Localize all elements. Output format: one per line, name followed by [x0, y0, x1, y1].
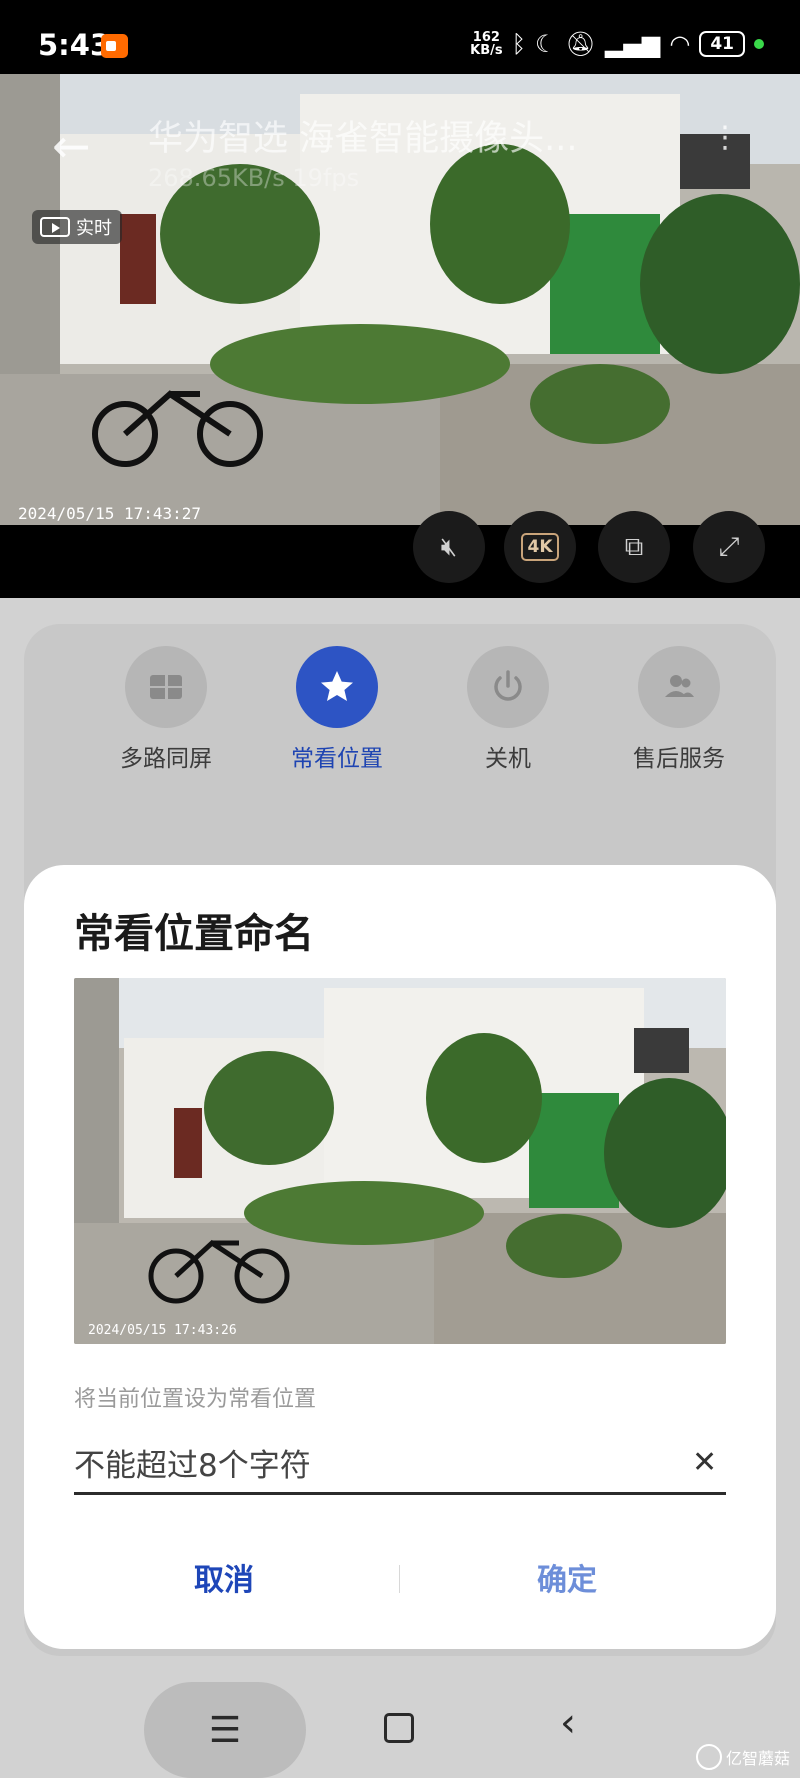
watermark-logo-icon: [695, 1744, 722, 1770]
video-timestamp: 2024/05/15 17:43:27: [18, 504, 202, 523]
position-preview-image: 2024/05/15 17:43:26: [74, 978, 726, 1344]
clear-icon[interactable]: ✕: [692, 1445, 717, 1480]
position-name-input[interactable]: [74, 1439, 726, 1495]
preview-timestamp: 2024/05/15 17:43:26: [88, 1323, 237, 1338]
star-icon: [296, 646, 378, 728]
battery-icon: 41: [699, 31, 745, 57]
people-icon: [638, 646, 720, 728]
bluetooth-icon: ᛒ: [511, 30, 527, 58]
status-icons: 162 KB/s ᛒ ☾ 🔕︎ ▂▄▆ ◠ 41: [470, 30, 764, 58]
network-speed: 162 KB/s: [470, 30, 503, 58]
back-button[interactable]: ‹: [560, 1700, 576, 1746]
split-screen-icon: [125, 646, 207, 728]
cancel-button[interactable]: 取消: [74, 1555, 374, 1599]
picture-in-picture-icon: ⧉: [624, 531, 644, 562]
status-time: 5:43: [38, 28, 111, 62]
button-divider: [399, 1565, 400, 1593]
dialog-title: 常看位置命名: [74, 911, 314, 957]
expand-icon: ⤢: [718, 531, 740, 562]
back-arrow-icon[interactable]: ←: [52, 123, 91, 169]
name-position-dialog: 常看位置命名 2024/05/15 17:43:26 将当前位置设为常看位置 ✕…: [24, 865, 776, 1649]
status-bar: 5:43 162 KB/s ᛒ ☾ 🔕︎ ▂▄▆ ◠ 41: [0, 0, 800, 74]
action-power-off[interactable]: 关机: [433, 646, 583, 773]
video-stats: 268.65KB/s 19fps: [148, 164, 360, 192]
watermark: 亿智蘑菇: [695, 1744, 790, 1770]
fullscreen-button[interactable]: ⤢: [693, 511, 765, 583]
navigation-bar: ☰ ‹: [0, 1680, 800, 1778]
wifi-icon: ◠: [669, 30, 691, 58]
action-row: 多路同屏 常看位置 关机 售后服务: [24, 646, 776, 776]
power-icon: [467, 646, 549, 728]
picture-in-picture-button[interactable]: ⧉: [598, 511, 670, 583]
dialog-subtitle: 将当前位置设为常看位置: [74, 1387, 317, 1412]
menu-button[interactable]: ☰: [144, 1682, 306, 1778]
live-badge: 实时: [32, 210, 122, 244]
home-button[interactable]: [384, 1713, 414, 1743]
quality-button[interactable]: 4K: [504, 511, 576, 583]
video-camera-icon: [40, 217, 70, 237]
mute-button[interactable]: 🔇︎: [413, 511, 485, 583]
speaker-muted-icon: 🔇︎: [440, 531, 458, 562]
video-player: ← 华为智选 海雀智能摄像头... 268.65KB/s 19fps ⋮ 实时 …: [0, 74, 800, 598]
action-multi-screen[interactable]: 多路同屏: [91, 646, 241, 773]
action-favorite-position[interactable]: 常看位置: [262, 646, 412, 773]
do-not-disturb-icon: ☾: [535, 30, 557, 58]
signal-icon: ▂▄▆: [605, 30, 661, 58]
action-after-sales[interactable]: 售后服务: [604, 646, 754, 773]
mute-icon: 🔕︎: [565, 30, 596, 58]
menu-icon: ☰: [208, 1709, 242, 1751]
screen-record-icon: [101, 34, 128, 58]
quality-4k-label: 4K: [521, 533, 559, 561]
live-label: 实时: [76, 218, 112, 239]
more-icon[interactable]: ⋮: [710, 120, 744, 155]
video-title: 华为智选 海雀智能摄像头...: [148, 119, 578, 159]
confirm-button[interactable]: 确定: [417, 1555, 717, 1599]
privacy-indicator-icon: [754, 39, 764, 49]
